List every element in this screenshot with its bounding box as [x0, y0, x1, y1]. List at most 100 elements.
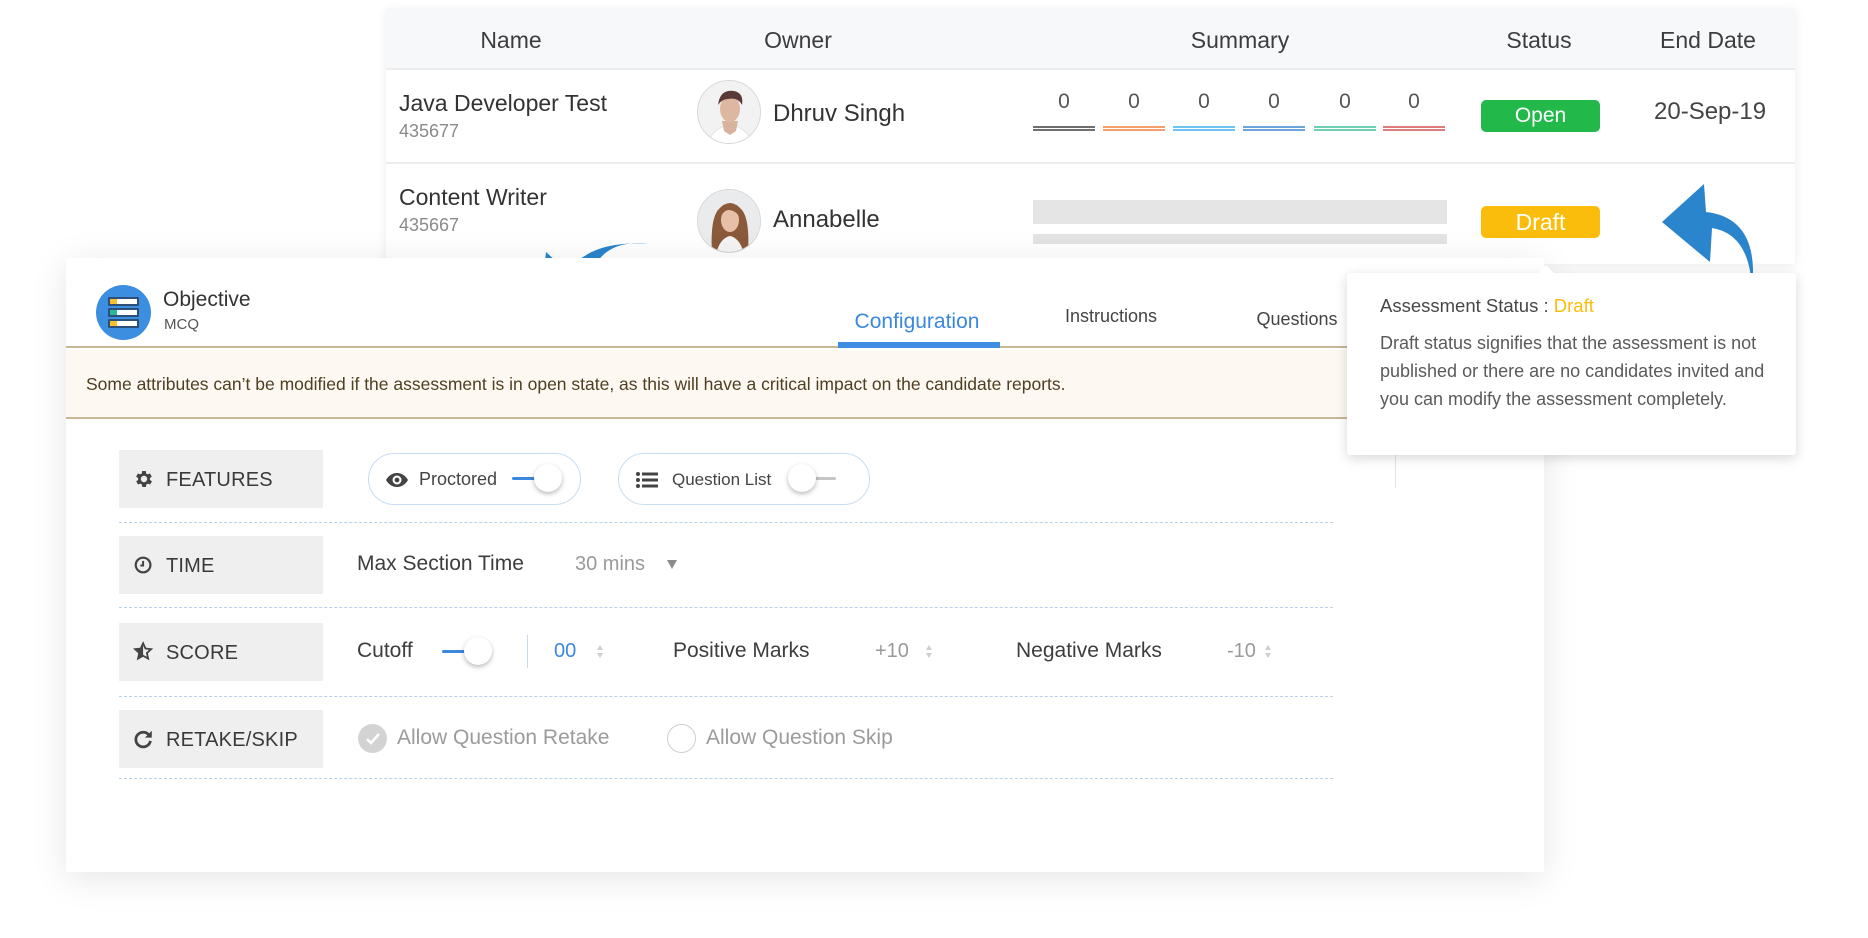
proctored-label: Proctored	[419, 469, 498, 489]
summary-loading-placeholder	[1033, 200, 1447, 224]
tab-configuration[interactable]: Configuration	[855, 310, 980, 334]
cutoff-label: Cutoff	[357, 639, 413, 662]
assessment-name-cell: Content Writer 435667	[399, 184, 547, 236]
panel-title: Objective	[163, 288, 251, 311]
section-label-text: FEATURES	[166, 469, 273, 491]
section-label-text: TIME	[166, 555, 215, 577]
question-list-toggle[interactable]	[788, 464, 836, 494]
assessment-name-cell: Java Developer Test 435677	[399, 90, 607, 142]
tab-questions[interactable]: Questions	[1256, 309, 1337, 330]
assessment-config-panel: Objective MCQ Configuration Instructions…	[66, 258, 1544, 872]
list-icon	[636, 472, 658, 488]
star-icon	[133, 641, 154, 661]
section-score: SCORE Cutoff 00 Positive Marks +10 Negat…	[119, 623, 1333, 681]
status-tooltip: Assessment Status : Draft Draft status s…	[1347, 265, 1796, 455]
summary-count: 0	[1033, 90, 1095, 131]
cutoff-toggle[interactable]	[442, 637, 492, 667]
max-section-time-select[interactable]: 30 mins	[575, 553, 645, 576]
allow-retake-checkbox[interactable]	[358, 724, 387, 753]
cutoff-value-input[interactable]: 00	[554, 640, 576, 663]
summary-count: 0	[1383, 90, 1445, 131]
chevron-down-icon[interactable]	[667, 560, 677, 569]
section-retake-skip: RETAKE/SKIP Allow Question Retake Allow …	[119, 710, 1333, 768]
cutoff-stepper-icon[interactable]	[596, 644, 604, 660]
section-divider	[119, 696, 1333, 697]
status-badge-draft[interactable]: Draft	[1481, 206, 1600, 238]
owner-avatar	[697, 80, 761, 144]
positive-marks-stepper-icon[interactable]	[925, 644, 933, 660]
summary-loading-placeholder	[1033, 234, 1447, 244]
refresh-icon	[134, 730, 152, 749]
assessment-id: 435667	[399, 215, 460, 235]
owner-avatar	[697, 189, 761, 253]
column-header-name[interactable]: Name	[480, 27, 541, 54]
section-divider	[119, 607, 1333, 608]
vertical-divider	[527, 635, 528, 668]
summary-count: 0	[1314, 90, 1376, 131]
toggle-knob[interactable]	[788, 464, 816, 492]
section-label-text: RETAKE/SKIP	[166, 729, 298, 751]
gear-icon	[136, 471, 152, 487]
section-label-text: SCORE	[166, 642, 239, 664]
negative-marks-input[interactable]: -10	[1227, 640, 1256, 663]
eye-icon	[386, 473, 408, 487]
checkmark-icon	[366, 733, 380, 745]
negative-marks-stepper-icon[interactable]	[1264, 644, 1272, 660]
tooltip-title-prefix: Assessment Status :	[1380, 295, 1549, 316]
active-tab-indicator	[838, 342, 1000, 348]
summary-bar	[1383, 126, 1445, 131]
owner-name: Annabelle	[773, 206, 880, 233]
section-time: TIME Max Section Time 30 mins	[119, 536, 1333, 594]
assessment-name[interactable]: Content Writer	[399, 184, 547, 211]
assessments-table: Name Owner Summary Status End Date Java …	[386, 8, 1795, 264]
summary-count: 0	[1243, 90, 1305, 131]
summary-bar	[1243, 126, 1305, 131]
section-label-features: FEATURES	[119, 450, 323, 508]
clock-icon	[134, 556, 152, 574]
section-divider	[119, 778, 1333, 779]
max-section-time-label: Max Section Time	[357, 552, 524, 575]
toggle-knob[interactable]	[534, 464, 562, 492]
column-header-end-date[interactable]: End Date	[1660, 27, 1756, 54]
allow-retake-label[interactable]: Allow Question Retake	[397, 726, 609, 750]
positive-marks-label: Positive Marks	[673, 639, 810, 662]
proctored-toggle[interactable]	[512, 464, 562, 494]
summary-bar	[1173, 126, 1235, 131]
proctored-toggle-pill[interactable]: Proctored	[368, 453, 581, 505]
tooltip-title: Assessment Status : Draft	[1380, 295, 1594, 317]
column-header-owner[interactable]: Owner	[764, 27, 832, 54]
question-list-label: Question List	[672, 470, 772, 489]
tooltip-title-status: Draft	[1553, 295, 1594, 316]
allow-skip-label[interactable]: Allow Question Skip	[706, 726, 893, 750]
owner-name: Dhruv Singh	[773, 100, 906, 127]
tab-instructions[interactable]: Instructions	[1065, 306, 1157, 327]
panel-subtitle: MCQ	[164, 316, 199, 333]
toggle-knob[interactable]	[464, 637, 492, 665]
objective-mcq-icon	[96, 285, 151, 340]
question-list-toggle-pill[interactable]: Question List	[618, 453, 870, 505]
assessment-name[interactable]: Java Developer Test	[399, 90, 607, 117]
warning-banner-text: Some attributes can’t be modified if the…	[86, 374, 1066, 394]
section-divider	[119, 522, 1333, 523]
summary-bar	[1103, 126, 1165, 131]
summary-count: 0	[1173, 90, 1235, 131]
vertical-divider	[1395, 455, 1396, 488]
tooltip-caret	[1538, 265, 1554, 273]
summary-count: 0	[1103, 90, 1165, 131]
summary-counts: 0 0 0 0 0 0	[1033, 90, 1448, 131]
positive-marks-input[interactable]: +10	[875, 640, 909, 663]
warning-banner: Some attributes can’t be modified if the…	[66, 350, 1544, 419]
column-header-summary[interactable]: Summary	[1191, 27, 1289, 54]
table-row[interactable]: Java Developer Test 435677 Dhruv Singh 0…	[386, 70, 1795, 164]
table-header: Name Owner Summary Status End Date	[386, 8, 1795, 70]
negative-marks-label: Negative Marks	[1016, 639, 1162, 662]
section-label-time: TIME	[119, 536, 323, 594]
allow-skip-checkbox[interactable]	[667, 724, 696, 753]
column-header-status[interactable]: Status	[1506, 27, 1571, 54]
status-badge-open[interactable]: Open	[1481, 100, 1600, 132]
panel-header: Objective MCQ Configuration Instructions…	[66, 258, 1544, 348]
end-date: 20-Sep-19	[1654, 98, 1767, 125]
tooltip-body: Draft status signifies that the assessme…	[1380, 333, 1765, 409]
section-features: FEATURES Proctored Question List	[119, 450, 1333, 508]
section-label-score: SCORE	[119, 623, 323, 681]
